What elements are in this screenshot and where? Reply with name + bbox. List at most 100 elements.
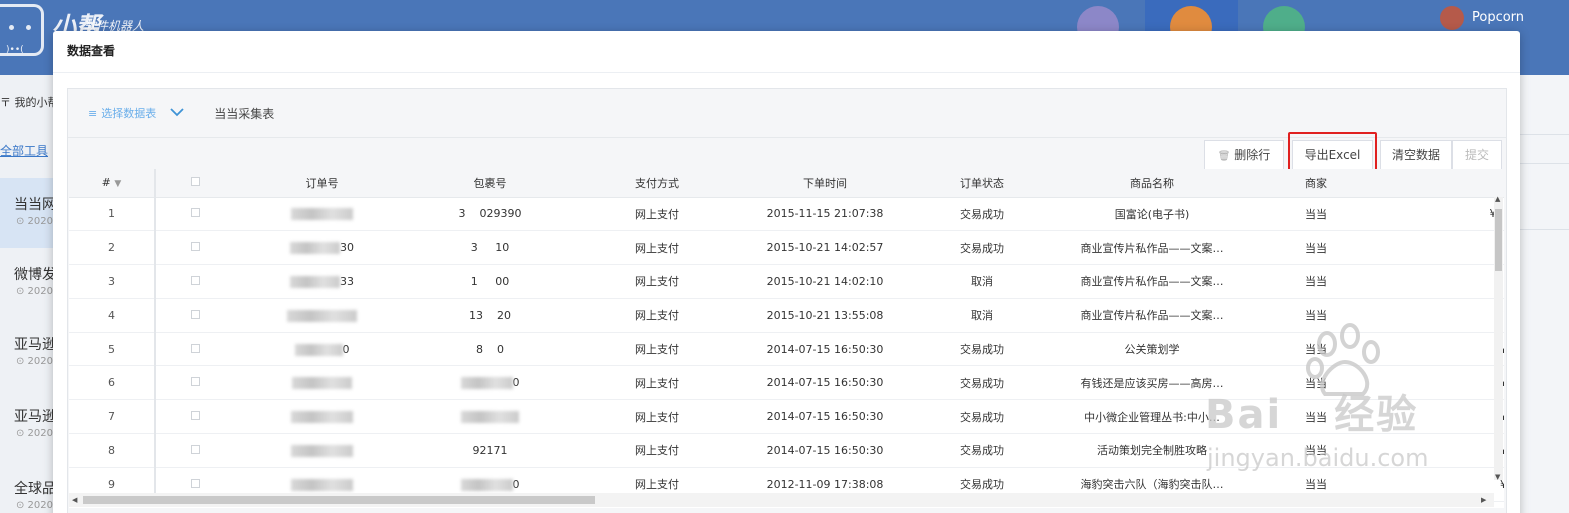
sidebar-tool-card[interactable]: 当当网 ⊙ 2020	[0, 178, 56, 248]
column-header-select[interactable]	[155, 169, 235, 198]
row-checkbox[interactable]	[191, 377, 200, 387]
payment-cell[interactable]: 网上支付	[571, 264, 743, 299]
status-cell[interactable]: 取消	[907, 264, 1057, 299]
row-checkbox[interactable]	[191, 242, 200, 252]
product-cell[interactable]: 商业宣传片私作品——文案…	[1057, 230, 1247, 266]
table-row[interactable]: 4 13 20 网上支付 2015-10-21 13:55:08 取消 商业宣传片私作品—…	[69, 298, 1504, 333]
package-no-cell[interactable]: 1 00	[409, 264, 571, 299]
product-cell[interactable]: 国富论(电子书)	[1057, 197, 1247, 232]
package-no-cell[interactable]: 8 0	[409, 332, 571, 367]
price-cell[interactable]: ¥9.	[1385, 298, 1504, 333]
payment-cell[interactable]: 网上支付	[571, 365, 743, 401]
merchant-cell[interactable]: 当当	[1247, 197, 1385, 232]
status-cell[interactable]: 交易成功	[907, 197, 1057, 232]
row-select-cell[interactable]	[155, 365, 235, 401]
product-cell[interactable]: 公关策划学	[1057, 332, 1247, 367]
price-cell[interactable]: ¥20	[1385, 399, 1504, 435]
merchant-cell[interactable]: 当当	[1247, 230, 1385, 266]
package-no-cell[interactable]: 13 20	[409, 298, 571, 333]
status-cell[interactable]: 交易成功	[907, 433, 1057, 468]
price-cell[interactable]: ¥9.	[1385, 230, 1504, 266]
package-no-cell[interactable]: 92171	[409, 433, 571, 468]
filter-icon[interactable]: ▼	[114, 179, 121, 189]
price-cell[interactable]: ¥9.	[1385, 264, 1504, 299]
sidebar-tool-card[interactable]: 亚马逊 ⊙ 2020	[0, 390, 56, 460]
scroll-right-icon[interactable]: ▶	[1481, 496, 1486, 504]
column-header-product[interactable]: 商品名称	[1057, 169, 1247, 198]
table-row[interactable]: 8 92171 网上支付 2014-07-15 16:50:30 交易成功 活动策划完全制…	[69, 433, 1504, 468]
row-checkbox[interactable]	[191, 275, 200, 285]
user-name[interactable]: Popcorn	[1472, 10, 1524, 25]
status-cell[interactable]: 交易成功	[907, 332, 1057, 367]
package-no-cell[interactable]: 3 029390	[409, 197, 571, 232]
column-header-payment[interactable]: 支付方式	[571, 169, 743, 198]
order-no-cell[interactable]	[235, 197, 409, 232]
column-header-index[interactable]: # ▼	[69, 169, 156, 198]
column-header-status[interactable]: 订单状态	[907, 169, 1057, 198]
column-header-package-no[interactable]: 包裹号	[409, 169, 571, 198]
sidebar-tool-card[interactable]: 微博发 ⊙ 2020	[0, 248, 56, 318]
payment-cell[interactable]: 网上支付	[571, 298, 743, 333]
chevron-down-icon[interactable]	[170, 105, 184, 121]
vertical-scroll-thumb[interactable]	[1495, 209, 1502, 271]
delete-rows-button[interactable]: 🗑 删除行	[1204, 140, 1284, 170]
payment-cell[interactable]: 网上支付	[571, 332, 743, 367]
status-cell[interactable]: 交易成功	[907, 230, 1057, 266]
clear-data-button[interactable]: 清空数据	[1380, 140, 1452, 170]
select-all-checkbox[interactable]	[191, 177, 200, 187]
row-select-cell[interactable]	[155, 197, 235, 232]
payment-cell[interactable]: 网上支付	[571, 197, 743, 232]
order-no-cell[interactable]	[235, 365, 409, 401]
row-checkbox[interactable]	[191, 411, 200, 421]
order-time-cell[interactable]: 2015-11-15 21:07:38	[743, 197, 907, 232]
table-row[interactable]: 3 33 1 00 网上支付 2015-10-21 14:02:10 取消 商业宣传片私作品…	[69, 264, 1504, 299]
row-select-cell[interactable]	[155, 264, 235, 299]
order-time-cell[interactable]: 2014-07-15 16:50:30	[743, 332, 907, 367]
order-no-cell[interactable]: 0	[235, 332, 409, 367]
merchant-cell[interactable]: 当当	[1247, 399, 1385, 435]
table-row[interactable]: 1 3 029390 网上支付 2015-11-15 21:07:38 交易成功 国富论(…	[69, 197, 1504, 232]
scroll-up-icon[interactable]: ▲	[1495, 195, 1500, 203]
order-time-cell[interactable]: 2015-10-21 14:02:10	[743, 264, 907, 299]
column-header-merchant[interactable]: 商家	[1247, 169, 1385, 198]
row-checkbox[interactable]	[191, 208, 200, 218]
product-cell[interactable]: 有钱还是应该买房——高房…	[1057, 365, 1247, 401]
product-cell[interactable]: 商业宣传片私作品——文案…	[1057, 264, 1247, 299]
sidebar-tool-card[interactable]: 亚马逊 ⊙ 2020	[0, 318, 56, 388]
column-header-price[interactable]: 当当	[1385, 169, 1504, 198]
order-time-cell[interactable]: 2014-07-15 16:50:30	[743, 399, 907, 435]
status-cell[interactable]: 交易成功	[907, 399, 1057, 435]
order-time-cell[interactable]: 2015-10-21 13:55:08	[743, 298, 907, 333]
order-no-cell[interactable]: 30	[235, 230, 409, 266]
payment-cell[interactable]: 网上支付	[571, 433, 743, 468]
table-row[interactable]: 6 0 网上支付 2014-07-15 16:50:30 交易成功 有钱还是应该买房——高…	[69, 365, 1504, 401]
row-checkbox[interactable]	[191, 478, 200, 488]
row-checkbox[interactable]	[191, 309, 200, 319]
row-select-cell[interactable]	[155, 230, 235, 266]
scroll-left-icon[interactable]: ◀	[72, 496, 77, 504]
vertical-scrollbar[interactable]: ▲ ▼	[1494, 195, 1503, 481]
order-no-cell[interactable]	[235, 433, 409, 468]
sidebar-tool-card[interactable]: 全球品 ⊙ 2020	[0, 462, 56, 513]
order-no-cell[interactable]	[235, 298, 409, 333]
table-row[interactable]: 7 网上支付 2014-07-15 16:50:30 交易成功 中小微企业管理丛书:中小…	[69, 399, 1504, 435]
merchant-cell[interactable]: 当当	[1247, 433, 1385, 468]
product-cell[interactable]: 活动策划完全制胜攻略	[1057, 433, 1247, 468]
product-cell[interactable]: 中小微企业管理丛书:中小…	[1057, 399, 1247, 435]
row-select-cell[interactable]	[155, 399, 235, 435]
horizontal-scrollbar[interactable]: ◀ ▶	[69, 493, 1494, 507]
merchant-cell[interactable]: 当当	[1247, 298, 1385, 333]
status-cell[interactable]: 交易成功	[907, 365, 1057, 401]
column-header-order-time[interactable]: 下单时间	[743, 169, 907, 198]
column-header-order-no[interactable]: 订单号	[235, 169, 409, 198]
avatar[interactable]	[1440, 6, 1464, 30]
all-tools-link[interactable]: 全部工具	[0, 142, 48, 159]
horizontal-scroll-thumb[interactable]	[83, 496, 595, 504]
payment-cell[interactable]: 网上支付	[571, 399, 743, 435]
price-cell[interactable]: ¥27	[1385, 433, 1504, 468]
status-cell[interactable]: 取消	[907, 298, 1057, 333]
row-checkbox[interactable]	[191, 343, 200, 353]
row-select-cell[interactable]	[155, 433, 235, 468]
merchant-cell[interactable]: 当当	[1247, 264, 1385, 299]
row-select-cell[interactable]	[155, 298, 235, 333]
